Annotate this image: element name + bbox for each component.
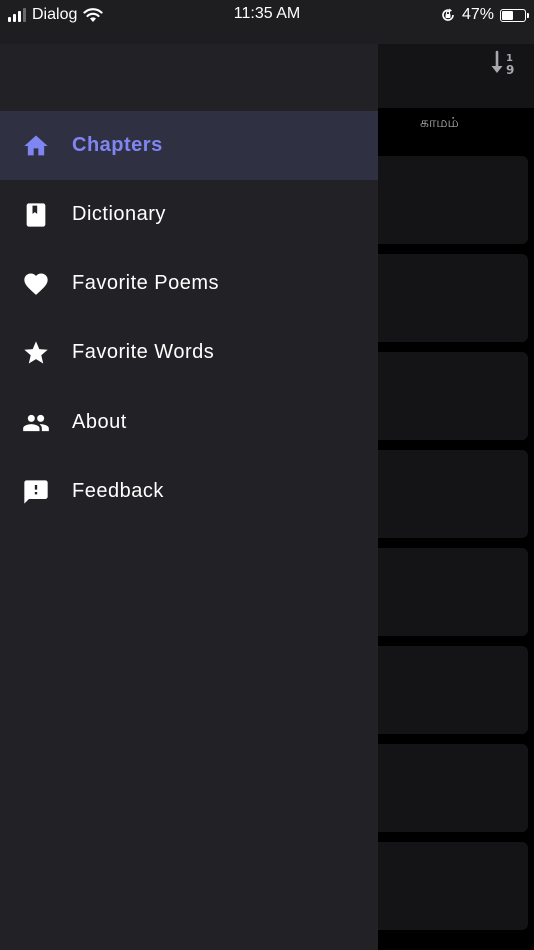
star-icon	[22, 339, 50, 367]
list-item[interactable]	[370, 254, 528, 342]
orientation-lock-icon	[442, 8, 454, 21]
status-bar: Dialog 11:35 AM 47%	[0, 0, 534, 44]
battery-percent: 47%	[461, 6, 494, 23]
menu-item-label: Dictionary	[72, 203, 166, 225]
menu-item-label: Feedback	[72, 480, 164, 502]
battery-icon	[500, 8, 529, 22]
feedback-icon	[22, 478, 50, 506]
book-icon	[22, 201, 50, 229]
status-right: 47%	[440, 4, 529, 26]
menu-item-feedback[interactable]: Feedback	[0, 457, 378, 526]
tab-kamam[interactable]: காமம்	[420, 114, 459, 133]
list-item[interactable]	[370, 744, 528, 832]
list-item[interactable]	[370, 548, 528, 636]
menu-item-label: Chapters	[72, 134, 163, 156]
sort-numeric-icon[interactable]: 1 9	[490, 50, 520, 76]
list-item[interactable]	[370, 646, 528, 734]
list-item[interactable]	[370, 156, 528, 244]
list-item[interactable]	[370, 842, 528, 930]
menu-item-about[interactable]: About	[0, 388, 378, 457]
menu-item-favorite-poems[interactable]: Favorite Poems	[0, 249, 378, 318]
navigation-drawer: Chapters Dictionary Favorite Poems Favor…	[0, 44, 378, 950]
menu-item-chapters[interactable]: Chapters	[0, 111, 378, 180]
menu-item-label: Favorite Words	[72, 341, 215, 363]
list-item[interactable]	[370, 352, 528, 440]
menu-item-label: Favorite Poems	[72, 272, 220, 294]
list-item[interactable]	[370, 450, 528, 538]
menu-item-label: About	[72, 411, 127, 433]
heart-icon	[22, 270, 50, 298]
people-icon	[22, 409, 50, 437]
home-icon	[22, 132, 50, 160]
menu-item-favorite-words[interactable]: Favorite Words	[0, 318, 378, 387]
menu-item-dictionary[interactable]: Dictionary	[0, 180, 378, 249]
svg-text:9: 9	[506, 63, 514, 76]
